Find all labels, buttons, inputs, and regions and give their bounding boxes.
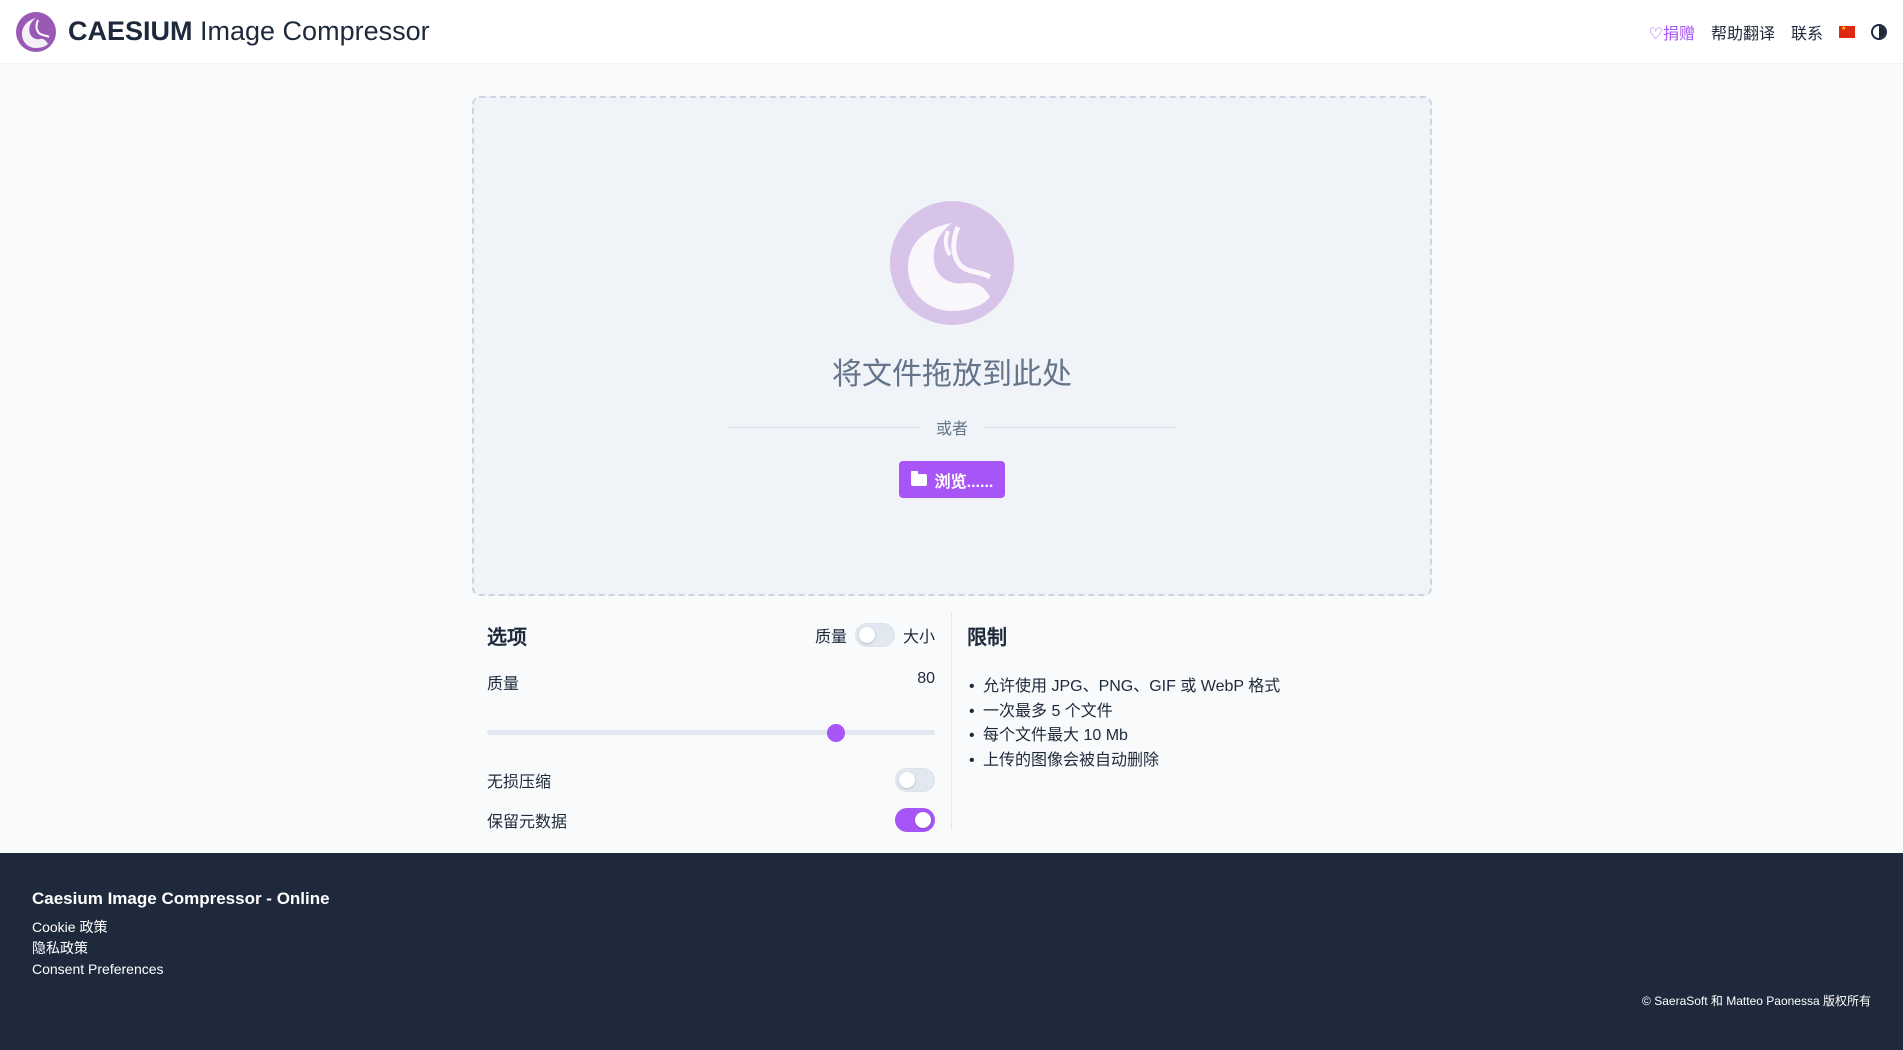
keep-metadata-toggle[interactable] [895,808,935,832]
list-item: 上传的图像会被自动删除 [967,749,1427,774]
toggle-knob [915,812,931,828]
toggle-knob [858,627,875,643]
privacy-policy-link[interactable]: 隐私政策 [32,938,1871,959]
drop-title: 将文件拖放到此处 [832,358,1072,391]
china-flag-icon[interactable] [1839,25,1855,38]
list-item: 允许使用 JPG、PNG、GIF 或 WebP 格式 [967,675,1427,700]
quality-row: 质量 80 [487,670,935,694]
divider-line [984,426,1177,428]
slider-track[interactable] [487,730,935,735]
options-title: 选项 [487,626,527,649]
donate-link[interactable]: ♡捐赠 [1649,20,1695,44]
caesium-logo-icon [890,201,1014,325]
contact-link[interactable]: 联系 [1791,20,1823,44]
consent-preferences-link[interactable]: Consent Preferences [32,959,1871,980]
contrast-icon[interactable] [1871,23,1887,40]
divider-line [728,426,920,428]
folder-icon [910,470,927,486]
mode-toggle[interactable] [854,623,895,647]
browse-button[interactable]: 浏览...... [898,461,1006,498]
file-dropzone[interactable]: 将文件拖放到此处 或者 浏览...... [472,96,1432,596]
nav-links: ♡捐赠 帮助翻译 联系 [1649,20,1887,44]
brand-rest: Image Compressor [192,16,430,46]
limits-list: 允许使用 JPG、PNG、GIF 或 WebP 格式 一次最多 5 个文件 每个… [967,675,1427,773]
limits-header: 限制 [967,610,1427,660]
brand-title[interactable]: CAESIUM Image Compressor [68,16,430,47]
or-label: 或者 [936,421,969,438]
slider-thumb[interactable] [827,724,846,742]
mode-switch: 质量 大小 [815,623,935,647]
keep-metadata-row: 保留元数据 [487,800,935,840]
top-navbar: CAESIUM Image Compressor ♡捐赠 帮助翻译 联系 [0,0,1903,64]
quality-label: 质量 [487,676,520,693]
cookie-policy-link[interactable]: Cookie 政策 [32,917,1871,938]
mode-quality-label: 质量 [814,629,847,646]
browse-label: 浏览...... [934,473,994,491]
help-translate-link[interactable]: 帮助翻译 [1711,20,1775,44]
toggle-knob [899,772,915,788]
quality-slider[interactable] [487,724,935,742]
list-item: 一次最多 5 个文件 [967,700,1427,725]
lossless-label: 无损压缩 [487,774,552,791]
mode-size-label: 大小 [902,629,935,646]
limits-panel: 限制 允许使用 JPG、PNG、GIF 或 WebP 格式 一次最多 5 个文件… [967,610,1427,773]
footer-title: Caesium Image Compressor - Online [32,889,330,908]
brand-bold: CAESIUM [68,16,193,46]
column-divider [951,612,952,830]
limits-title: 限制 [967,626,1007,649]
quality-value: 80 [917,670,935,687]
lossless-row: 无损压缩 [487,760,935,800]
list-item: 每个文件最大 10 Mb [967,724,1427,749]
copyright: © SaeraSoft 和 Matteo Paonessa 版权所有 [1642,994,1871,1008]
lossless-toggle[interactable] [895,768,935,792]
footer-links: Cookie 政策 隐私政策 Consent Preferences [32,917,1871,980]
footer: Caesium Image Compressor - Online Cookie… [0,853,1903,1050]
keep-metadata-label: 保留元数据 [487,814,568,831]
options-header: 选项 质量 大小 [487,610,935,660]
options-panel: 选项 质量 大小 质量 80 无损压缩 保留元数据 [487,610,935,832]
caesium-logo-icon[interactable] [16,11,56,52]
or-divider: 或者 [728,415,1177,439]
